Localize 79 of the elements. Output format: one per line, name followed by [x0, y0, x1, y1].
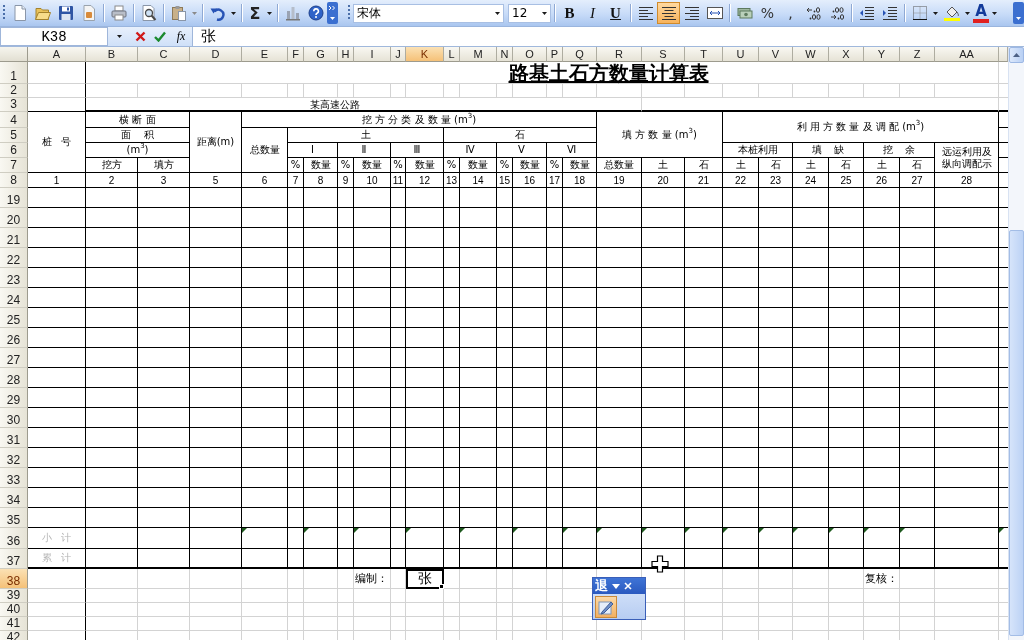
header-cell: 土 — [723, 158, 759, 173]
header-cell: 石 — [759, 158, 793, 173]
column-number-cell: 1 — [28, 173, 86, 188]
header-cell: (m$^{3}$) — [86, 143, 190, 158]
header-cell: 土 — [864, 158, 900, 173]
header-cell: 利 用 方 数 量 及 调 配 (m$^{3}$) — [723, 112, 999, 143]
summary-label: 小 计 — [28, 528, 86, 549]
column-number-cell: 23 — [759, 173, 793, 188]
header-cell: Ⅴ — [497, 143, 547, 158]
header-cell: 填方 — [138, 158, 190, 173]
header-cell: Ⅳ — [444, 143, 497, 158]
header-cell: 挖方 — [86, 158, 138, 173]
summary-label: 累 计 — [28, 549, 86, 569]
header-cell: 面 积 — [86, 128, 190, 143]
header-cell: 本桩利用 — [723, 143, 793, 158]
sheet-subtitle: 某高速公路 — [309, 98, 360, 110]
column-number-cell: 25 — [829, 173, 864, 188]
column-number-cell: 27 — [900, 173, 935, 188]
column-number-cell: 5 — [190, 173, 242, 188]
cell-text: 张 — [418, 570, 432, 588]
column-number-cell: 9 — [338, 173, 354, 188]
header-cell: 数量 — [460, 158, 497, 173]
column-number-cell: 20 — [642, 173, 685, 188]
column-number-cell: 17 — [547, 173, 563, 188]
column-number-cell: 13 — [444, 173, 460, 188]
column-number-cell: 15 — [497, 173, 513, 188]
header-cell: Ⅲ — [391, 143, 444, 158]
column-number-cell: 12 — [406, 173, 444, 188]
header-cell: Ⅵ — [547, 143, 597, 158]
column-number-cell: 28 — [935, 173, 999, 188]
header-cell: 横 断 面 — [86, 112, 190, 128]
column-number-cell: 6 — [242, 173, 288, 188]
header-cell: 距离(m) — [190, 112, 242, 173]
header-cell: 石 — [685, 158, 723, 173]
column-number-cell: 10 — [354, 173, 391, 188]
column-number-cell: 3 — [138, 173, 190, 188]
column-number-cell: 22 — [723, 173, 759, 188]
header-cell: 数量 — [406, 158, 444, 173]
header-cell: % — [338, 158, 354, 173]
toolbar-title: 退 — [595, 579, 608, 593]
column-number-cell: 2 — [86, 173, 138, 188]
column-number-cell: 26 — [864, 173, 900, 188]
cell-label: 编制： — [354, 569, 391, 589]
header-cell: 挖 方 分 类 及 数 量 (m$^{3}$) — [242, 112, 597, 128]
column-number-cell: 7 — [288, 173, 304, 188]
cell-label: 复核： — [864, 569, 900, 589]
header-cell: 数量 — [513, 158, 547, 173]
header-cell: 石 — [444, 128, 597, 143]
header-cell: Ⅱ — [338, 143, 391, 158]
header-cell: % — [497, 158, 513, 173]
header-cell: 石 — [900, 158, 935, 173]
header-cell: 填 缺 — [793, 143, 864, 158]
header-cell: 石 — [829, 158, 864, 173]
header-cell: % — [547, 158, 563, 173]
header-cell: % — [444, 158, 460, 173]
header-cell: 土 — [288, 128, 444, 143]
header-cell: % — [288, 158, 304, 173]
header-cell: 土 — [642, 158, 685, 173]
header-cell: 桩 号 — [28, 112, 86, 173]
column-number-cell: 8 — [304, 173, 338, 188]
header-cell: 挖 余 — [864, 143, 935, 158]
column-number-cell: 18 — [563, 173, 597, 188]
column-number-cell: 16 — [513, 173, 547, 188]
header-cell: 总数量 — [597, 158, 642, 173]
header-cell: 数量 — [563, 158, 597, 173]
column-number-cell: 19 — [597, 173, 642, 188]
header-cell: % — [391, 158, 406, 173]
column-number-cell: 14 — [460, 173, 497, 188]
header-cell: Ⅰ — [288, 143, 338, 158]
sheet-title: 路基土石方数量计算表 — [508, 61, 709, 84]
header-cell: 总数量 — [242, 128, 288, 173]
column-number-cell: 24 — [793, 173, 829, 188]
column-number-cell: 21 — [685, 173, 723, 188]
header-cell: 数量 — [354, 158, 391, 173]
header-cell: 土 — [793, 158, 829, 173]
header-cell: 数量 — [304, 158, 338, 173]
column-number-cell: 11 — [391, 173, 406, 188]
header-cell: 填 方 数 量 (m$^{3}$) — [597, 112, 723, 158]
header-cell: 远运利用及纵向调配示 — [935, 143, 999, 173]
